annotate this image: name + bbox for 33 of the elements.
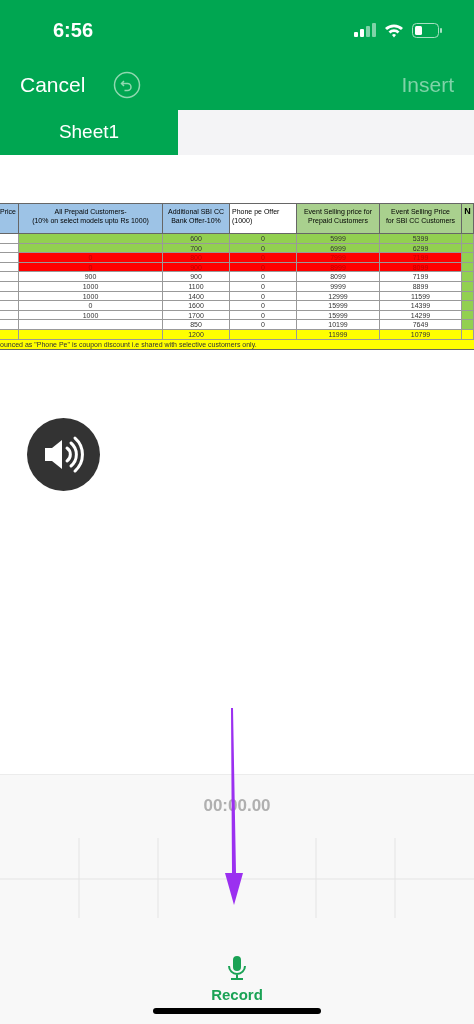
sheet-tab[interactable]: Sheet1 [0,110,178,155]
table-cell [462,272,474,282]
table-cell [462,320,474,330]
cancel-button[interactable]: Cancel [20,69,86,101]
status-time: 6:56 [53,18,94,43]
microphone-icon [228,956,246,981]
table-cell [0,281,19,292]
table-cell [0,310,19,321]
table-cell [0,329,19,340]
table-cell [462,243,474,254]
table-cell [462,262,474,273]
table-cell [0,253,19,263]
table-cell [462,329,474,340]
table-cell [230,329,297,340]
battery-icon [412,22,442,38]
table-cell [0,262,19,273]
table-cell [462,301,474,311]
column-header: N [462,204,474,234]
wifi-icon [384,22,404,38]
table-cell [0,320,19,330]
table-cell [0,272,19,282]
record-button[interactable]: Record [211,956,263,1007]
table-cell [462,310,474,321]
signal-icon [354,23,376,37]
speaker-icon[interactable] [27,417,100,491]
table-cell [0,301,19,311]
table-cell [0,243,19,254]
table-cell [462,291,474,302]
table-cell [462,281,474,292]
table-cell [462,253,474,263]
table-cell [0,234,19,244]
table-cell [0,291,19,302]
table-cell [462,234,474,244]
